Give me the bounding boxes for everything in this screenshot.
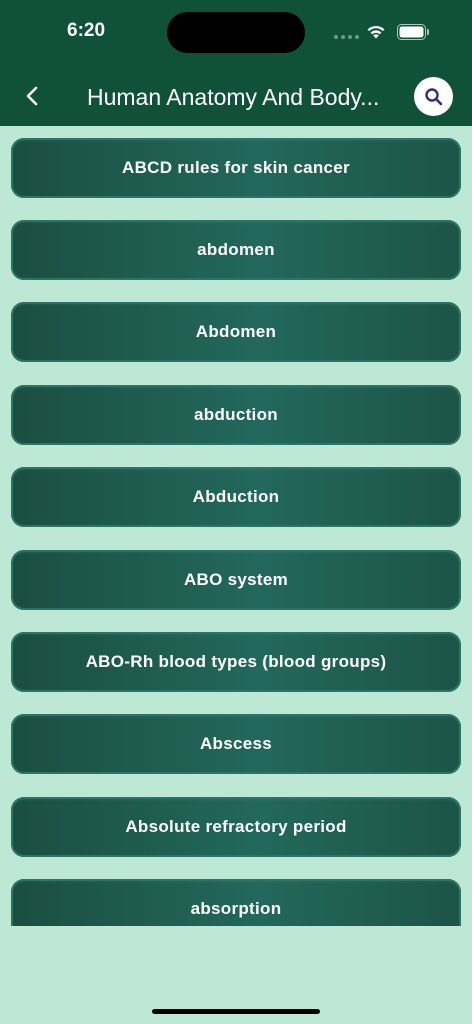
list-item[interactable]: ABO-Rh blood types (blood groups) xyxy=(11,632,461,692)
list-item[interactable]: Abdomen xyxy=(11,302,461,362)
list-item[interactable]: abduction xyxy=(11,385,461,445)
list-item[interactable]: Absolute refractory period xyxy=(11,797,461,857)
search-icon xyxy=(424,87,442,105)
dynamic-island xyxy=(167,12,305,53)
wifi-icon xyxy=(367,25,385,39)
list-item[interactable]: abdomen xyxy=(11,220,461,280)
list-item-label: absorption xyxy=(190,899,282,918)
list-item-label: Absolute refractory period xyxy=(125,817,347,836)
cellular-signal-icon xyxy=(334,35,359,39)
search-button[interactable] xyxy=(414,77,453,116)
chevron-left-icon xyxy=(26,86,38,106)
list-item[interactable]: ABCD rules for skin cancer xyxy=(11,138,461,198)
term-list[interactable]: ABCD rules for skin cancer abdomen Abdom… xyxy=(0,126,472,926)
list-item[interactable]: ABO system xyxy=(11,550,461,610)
status-time: 6:20 xyxy=(67,20,106,41)
list-item-label: abduction xyxy=(194,405,278,424)
list-item-label: Abduction xyxy=(192,487,280,506)
battery-icon xyxy=(397,24,429,40)
list-item-label: ABCD rules for skin cancer xyxy=(122,158,350,177)
list-item-label: ABO-Rh blood types (blood groups) xyxy=(85,652,387,671)
list-item[interactable]: Abduction xyxy=(11,467,461,527)
page-title: Human Anatomy And Body... xyxy=(87,84,380,110)
back-button[interactable] xyxy=(14,78,50,114)
list-item[interactable]: Abscess xyxy=(11,714,461,774)
list-item-label: Abscess xyxy=(199,734,273,753)
home-indicator[interactable] xyxy=(152,1009,320,1014)
list-item-label: abdomen xyxy=(197,240,275,259)
list-item-label: ABO system xyxy=(183,570,289,589)
list-item[interactable]: absorption xyxy=(11,879,461,926)
list-item-label: Abdomen xyxy=(195,322,277,341)
app-header: 6:20 Human Anatomy And Body... xyxy=(0,0,472,126)
